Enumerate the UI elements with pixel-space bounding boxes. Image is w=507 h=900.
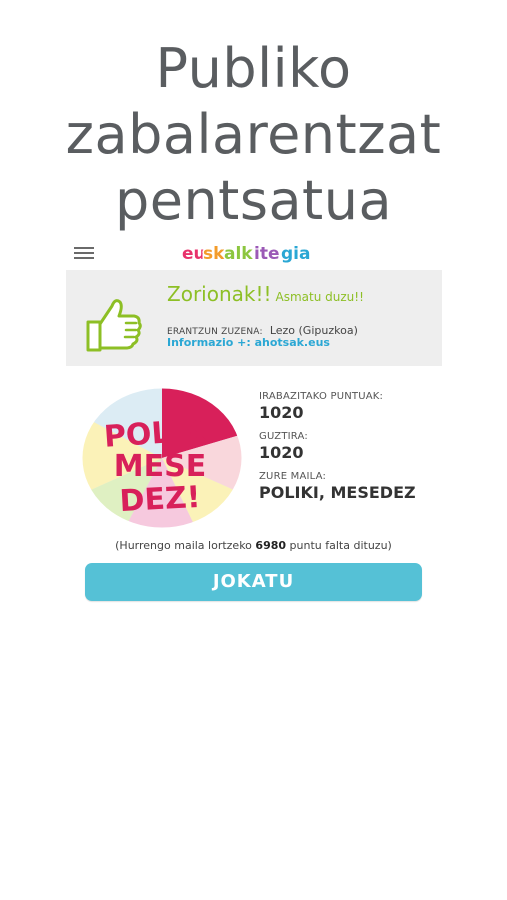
total-points-value: 1020 — [259, 443, 304, 462]
promo-headline: Publiko zabalarentzat pentsatua — [0, 36, 507, 234]
level-badge: POLIKI MESE DEZ! — [80, 387, 244, 529]
logo-graphic: eu sk alk ite gia — [182, 243, 312, 266]
badge-line-3: DEZ! — [119, 480, 202, 519]
level-label: ZURE MAILA: — [259, 471, 327, 482]
badge-line-2: MESE — [114, 449, 206, 484]
congrats-title: Zorionak!! — [167, 282, 272, 306]
svg-text:sk: sk — [203, 244, 225, 264]
app-bar: eu sk alk ite gia — [66, 236, 442, 270]
promo-headline-line-2: zabalarentzat — [65, 103, 442, 166]
play-button[interactable]: JOKATU — [85, 563, 422, 601]
promo-headline-line-3: pentsatua — [114, 169, 393, 232]
total-points-label: GUZTIRA: — [259, 431, 308, 442]
next-level-hint: (Hurrengo maila lortzeko 6980 puntu falt… — [0, 539, 507, 552]
more-info-link[interactable]: Informazio +: ahotsak.eus — [167, 336, 330, 349]
next-level-prefix: (Hurrengo maila lortzeko — [115, 539, 256, 552]
svg-text:gia: gia — [281, 244, 310, 264]
points-earned-value: 1020 — [259, 403, 304, 422]
hamburger-menu-icon[interactable] — [74, 247, 94, 259]
result-banner: Zorionak!! Asmatu duzu!! ERANTZUN ZUZENA:… — [66, 270, 442, 366]
next-level-points: 6980 — [255, 539, 287, 552]
result-title: Zorionak!! Asmatu duzu!! — [167, 282, 364, 306]
points-earned-label: IRABAZITAKO PUNTUAK: — [259, 391, 384, 402]
euskalkitegia-logo: eu sk alk ite gia — [182, 240, 327, 266]
svg-text:ite: ite — [254, 244, 279, 264]
svg-text:alk: alk — [224, 244, 253, 264]
score-stats: IRABAZITAKO PUNTUAK: 1020 GUZTIRA: 1020 … — [259, 390, 449, 510]
promo-headline-line-1: Publiko — [155, 37, 352, 100]
next-level-suffix: puntu falta dituzu) — [286, 539, 392, 552]
level-value: POLIKI, MESEDEZ — [259, 483, 416, 502]
congrats-subtitle: Asmatu duzu!! — [275, 290, 364, 304]
thumbs-up-icon — [82, 292, 146, 356]
